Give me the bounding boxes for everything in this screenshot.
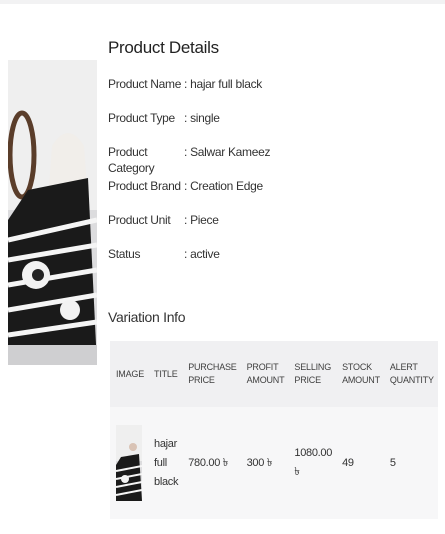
page-title: Product Details (108, 38, 219, 57)
detail-row-product-brand: Product Brand : Creation Edge (108, 178, 438, 212)
table-row: hajar full black 780.00 ৳ 300 ৳ 1080.00 … (110, 407, 438, 519)
profit-amount-cell: 300 ৳ (246, 456, 273, 469)
detail-label: Product Type (108, 111, 175, 125)
col-header-profit-amount: PROFIT AMOUNT (246, 362, 285, 385)
product-details: Product Details Product Name : hajar ful… (108, 38, 438, 280)
col-header-alert-quantity: ALERT QUANTITY (389, 362, 434, 385)
product-details-card: Product Details Product Name : hajar ful… (0, 4, 445, 534)
detail-value: : hajar full black (184, 77, 262, 91)
variation-title-cell: hajar full black (154, 437, 179, 488)
detail-row-status: Status : active (108, 246, 438, 280)
detail-row-product-category: Product Category : Salwar Kameez (108, 144, 438, 178)
col-header-stock-amount: STOCK AMOUNT (342, 362, 380, 385)
alert-quantity-cell: 5 (389, 456, 396, 469)
variation-table: IMAGE TITLE PURCHASE PRICE PROFIT AMOUNT… (110, 341, 438, 519)
detail-label: Product Name (108, 77, 182, 91)
variation-thumbnail (116, 425, 142, 501)
col-header-image: IMAGE (116, 368, 145, 379)
col-header-selling-price: SELLING PRICE (294, 362, 332, 385)
detail-row-product-unit: Product Unit : Piece (108, 212, 438, 246)
table-header-row: IMAGE TITLE PURCHASE PRICE PROFIT AMOUNT… (110, 341, 438, 407)
detail-row-product-type: Product Type : single (108, 110, 438, 144)
detail-label: Product Category (108, 145, 155, 175)
detail-value: : Creation Edge (184, 179, 263, 193)
detail-label: Product Brand (108, 179, 181, 193)
page: Product Details Product Name : hajar ful… (0, 0, 445, 534)
status-value: : active (184, 247, 220, 261)
selling-price-cell: 1080.00 ৳ (294, 447, 333, 478)
variation-title: Variation Info (108, 309, 186, 325)
product-image (8, 60, 97, 365)
stock-amount-cell: 49 (342, 456, 354, 469)
col-header-purchase-price: PURCHASE PRICE (188, 362, 237, 385)
detail-value: : single (184, 111, 220, 125)
variation-image-cell (110, 407, 148, 519)
detail-value: : Piece (184, 213, 219, 227)
detail-label: Product Unit (108, 213, 171, 227)
detail-value: : Salwar Kameez (184, 145, 271, 159)
purchase-price-cell: 780.00 ৳ (188, 456, 228, 469)
detail-label: Status (108, 247, 141, 261)
col-header-title: TITLE (154, 368, 178, 379)
detail-row-product-name: Product Name : hajar full black (108, 76, 438, 110)
